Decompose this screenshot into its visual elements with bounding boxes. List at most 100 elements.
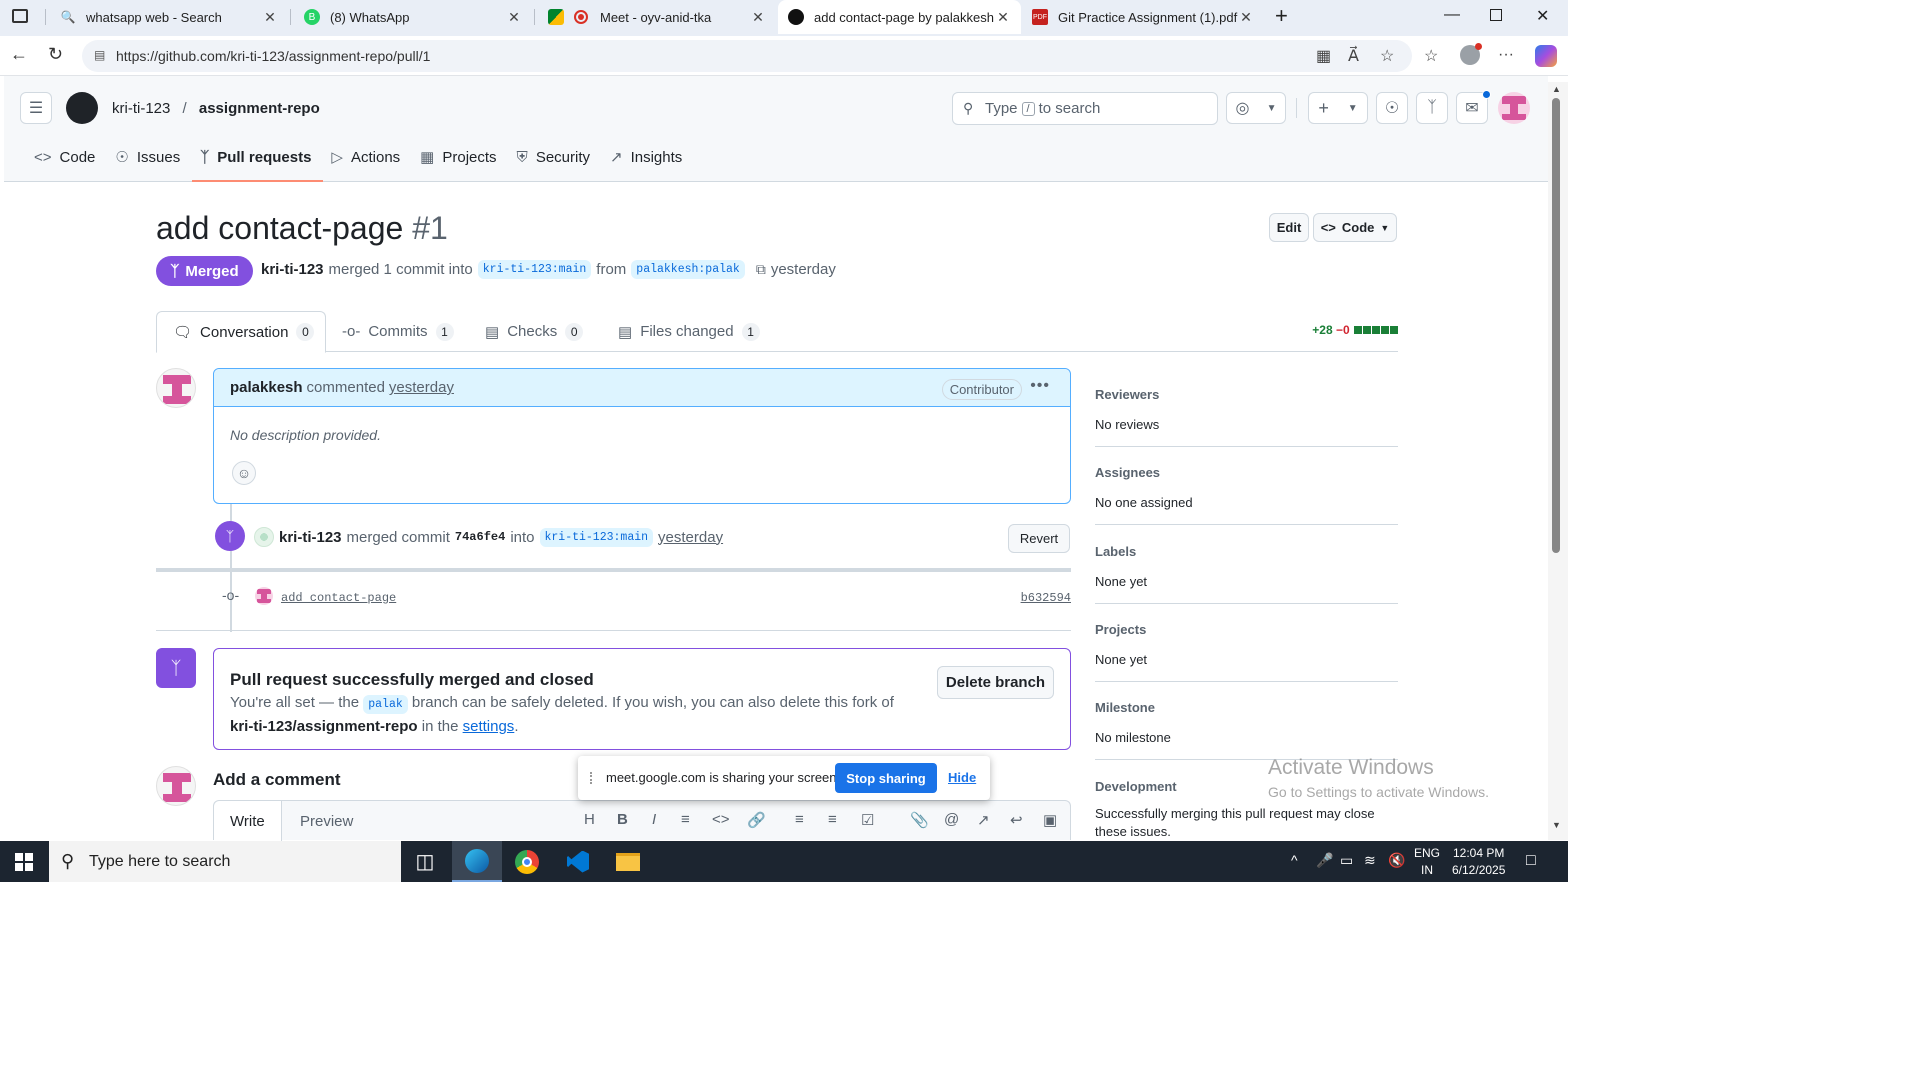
tab-commits[interactable]: -o- Commits 1: [326, 311, 470, 352]
back-icon[interactable]: ←: [10, 44, 28, 65]
hide-button[interactable]: Hide: [948, 770, 976, 785]
avatar[interactable]: [156, 766, 196, 806]
close-icon[interactable]: ✕: [262, 9, 278, 26]
tab-write[interactable]: Write: [214, 801, 282, 841]
tab-issues[interactable]: ☉ Issues: [107, 140, 192, 182]
unordered-list-icon[interactable]: ≡: [828, 811, 837, 828]
tab-preview[interactable]: Preview: [284, 801, 369, 841]
clock[interactable]: 12:04 PM 6/12/2025: [1452, 845, 1505, 879]
vscode-icon[interactable]: [553, 841, 603, 882]
read-aloud-icon[interactable]: A⃗: [1348, 46, 1359, 66]
branch-label[interactable]: palak: [363, 695, 408, 714]
link-icon[interactable]: 🔗: [747, 811, 766, 829]
sidebar-title[interactable]: Assignees: [1095, 465, 1398, 480]
sidebar-title[interactable]: Projects: [1095, 622, 1398, 637]
favorite-star-icon[interactable]: ☆: [1380, 46, 1394, 66]
browser-tab[interactable]: 🔍 whatsapp web - Search ✕: [50, 0, 288, 34]
more-options-icon[interactable]: ···: [1498, 46, 1514, 64]
browser-tab[interactable]: B (8) WhatsApp ✕: [294, 0, 532, 34]
stop-sharing-button[interactable]: Stop sharing: [835, 763, 937, 793]
issues-icon[interactable]: ☉: [1376, 92, 1408, 124]
close-icon[interactable]: ✕: [506, 9, 522, 26]
avatar[interactable]: [255, 587, 273, 605]
slash-commands-icon[interactable]: ▣: [1043, 811, 1057, 829]
author-link[interactable]: kri-ti-123: [261, 261, 324, 278]
pull-requests-icon[interactable]: ᛉ: [1416, 92, 1448, 124]
repo-name-link[interactable]: assignment-repo: [199, 100, 320, 117]
chevron-up-icon[interactable]: ^: [1291, 852, 1298, 868]
copy-icon[interactable]: ⧉: [756, 261, 766, 278]
settings-link[interactable]: settings: [463, 718, 515, 735]
edge-icon[interactable]: [452, 841, 502, 882]
tab-insights[interactable]: ↗ Insights: [602, 140, 694, 182]
quote-icon[interactable]: ≡: [681, 811, 690, 828]
tab-checks[interactable]: ▤ Checks 0: [469, 311, 599, 352]
tab-actions-icon[interactable]: [12, 9, 28, 23]
kebab-horizontal-icon[interactable]: •••: [1030, 377, 1050, 395]
notifications-icon[interactable]: □: [1526, 852, 1536, 870]
add-reaction-icon[interactable]: ☺: [232, 461, 256, 485]
chrome-icon[interactable]: [502, 841, 552, 882]
cross-reference-icon[interactable]: ↗: [977, 811, 990, 829]
revert-button[interactable]: Revert: [1008, 524, 1070, 553]
head-branch-label[interactable]: palakkesh:palak: [631, 260, 745, 279]
avatar[interactable]: [156, 368, 196, 408]
tab-conversation[interactable]: 🗨 Conversation 0: [156, 311, 326, 353]
microphone-icon[interactable]: 🎤: [1316, 852, 1333, 869]
volume-muted-icon[interactable]: 🔇: [1388, 852, 1405, 869]
base-branch-label[interactable]: kri-ti-123:main: [539, 527, 654, 547]
mention-icon[interactable]: @: [944, 811, 959, 828]
avatar[interactable]: [254, 527, 274, 547]
repo-owner-link[interactable]: kri-ti-123: [112, 100, 170, 117]
copilot-icon[interactable]: [1535, 45, 1557, 67]
browser-tab[interactable]: PDF Git Practice Assignment (1).pdf ✕: [1022, 0, 1264, 34]
search-input[interactable]: ⚲ Type / to search: [952, 92, 1218, 125]
delete-branch-button[interactable]: Delete branch: [937, 666, 1054, 699]
tab-files-changed[interactable]: ▤ Files changed 1: [602, 311, 776, 352]
minimize-icon[interactable]: —: [1444, 6, 1460, 24]
author-link[interactable]: palakkesh: [230, 379, 303, 396]
code-dropdown-button[interactable]: <> Code ▼: [1313, 213, 1397, 242]
refresh-icon[interactable]: ↻: [48, 44, 63, 65]
code-icon[interactable]: <>: [712, 811, 730, 828]
create-new-button[interactable]: + ▼: [1308, 92, 1368, 124]
author-link[interactable]: kri-ti-123: [279, 529, 342, 546]
close-icon[interactable]: ✕: [995, 9, 1011, 26]
heading-icon[interactable]: H: [584, 811, 595, 828]
tab-pull-requests[interactable]: ᛉ Pull requests: [192, 140, 324, 182]
close-icon[interactable]: ✕: [750, 9, 766, 26]
taskbar-search-input[interactable]: ⚲ Type here to search: [49, 841, 401, 882]
favorites-icon[interactable]: ☆: [1424, 46, 1438, 66]
event-timestamp-link[interactable]: yesterday: [658, 529, 723, 546]
menu-icon[interactable]: ☰: [20, 92, 52, 124]
scroll-down-arrow[interactable]: ▼: [1552, 820, 1561, 830]
language-indicator[interactable]: ENG IN: [1414, 845, 1440, 879]
windows-start-button[interactable]: [0, 841, 48, 882]
url-input[interactable]: ▤ https://github.com/kri-ti-123/assignme…: [82, 40, 1412, 72]
tab-projects[interactable]: ▦ Projects: [412, 140, 508, 182]
sidebar-title[interactable]: Milestone: [1095, 700, 1398, 715]
task-view-icon[interactable]: ◫: [400, 841, 450, 882]
attach-icon[interactable]: 📎: [910, 811, 929, 829]
scroll-up-arrow[interactable]: ▲: [1552, 84, 1561, 94]
sidebar-title[interactable]: Reviewers: [1095, 387, 1398, 402]
close-window-icon[interactable]: ✕: [1536, 6, 1549, 26]
copilot-button[interactable]: ◎ ▼: [1226, 92, 1286, 124]
scrollbar-thumb[interactable]: [1552, 98, 1560, 553]
battery-icon[interactable]: ▭: [1340, 852, 1353, 869]
restore-icon[interactable]: [1490, 9, 1502, 21]
app-available-icon[interactable]: ▦: [1316, 46, 1331, 66]
sidebar-title[interactable]: Labels: [1095, 544, 1398, 559]
file-explorer-icon[interactable]: [603, 841, 653, 882]
reply-icon[interactable]: ↩: [1010, 811, 1023, 829]
commit-sha-link[interactable]: 74a6fe4: [455, 530, 505, 544]
comment-timestamp-link[interactable]: yesterday: [389, 379, 454, 396]
user-avatar[interactable]: [1498, 92, 1530, 124]
ordered-list-icon[interactable]: ≡: [795, 811, 804, 828]
browser-tab[interactable]: Meet - oyv-anid-tka ✕: [538, 0, 776, 34]
site-info-icon[interactable]: ▤: [94, 48, 105, 62]
bold-icon[interactable]: B: [617, 811, 628, 828]
edit-button[interactable]: Edit: [1269, 213, 1309, 242]
browser-tab-active[interactable]: add contact-page by palakkesh · P ✕: [778, 0, 1021, 34]
commit-sha-link[interactable]: b632594: [1021, 591, 1071, 605]
